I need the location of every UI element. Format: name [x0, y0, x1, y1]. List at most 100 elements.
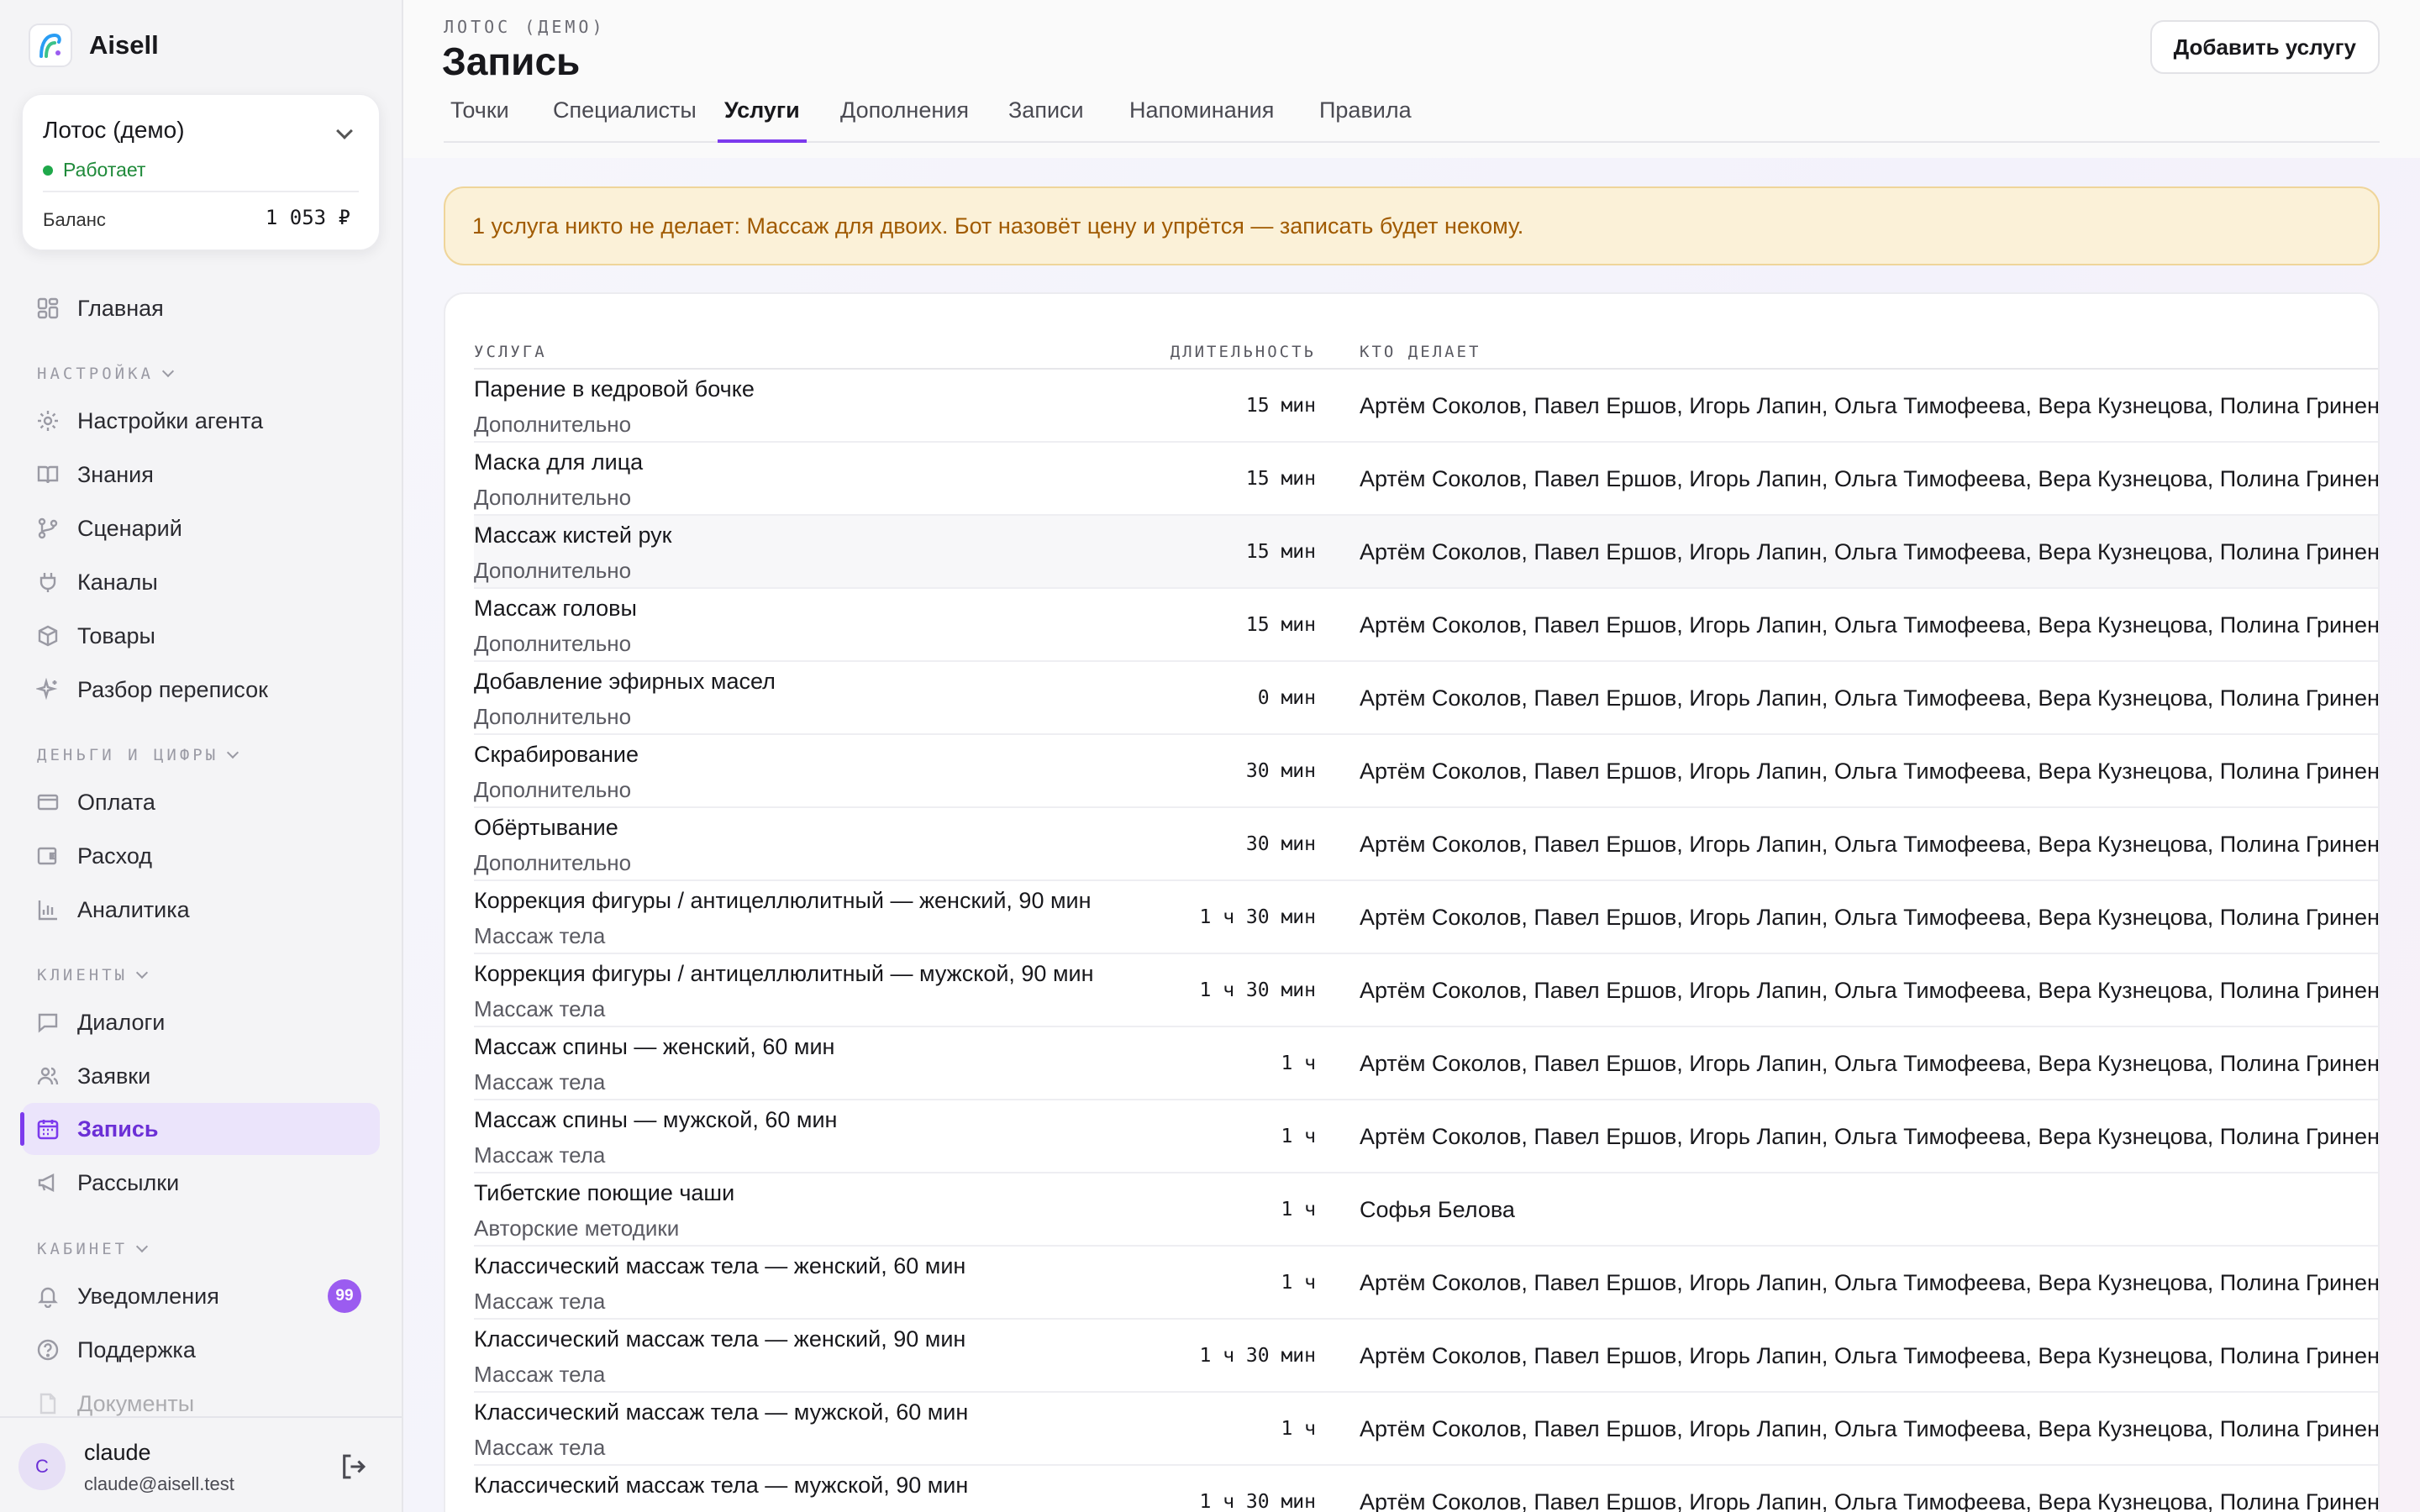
section-settings[interactable]: НАСТРОЙКА [37, 365, 175, 383]
sidebar-item-knowledge[interactable]: Знания [22, 449, 380, 501]
balance-value: 1 053 ₽ [265, 206, 350, 229]
sidebar-item-label: Разбор переписок [77, 676, 268, 702]
column-header-duration[interactable]: ДЛИТЕЛЬНОСТЬ [1171, 343, 1316, 361]
tab-bookings[interactable]: Записи [1002, 91, 1091, 143]
service-category: Дополнительно [474, 777, 632, 802]
service-name: Массаж кистей рук [474, 522, 672, 548]
service-name: Парение в кедровой бочке [474, 376, 755, 402]
sidebar-item-label: Главная [77, 295, 164, 321]
gear-icon [35, 408, 60, 433]
table-row[interactable]: Классический массаж тела — мужской, 60 м… [474, 1393, 2378, 1466]
table-row[interactable]: Коррекция фигуры / антицеллюлитный — муж… [474, 954, 2378, 1027]
section-clients[interactable]: КЛИЕНТЫ [37, 966, 149, 984]
table-row[interactable]: Классический массаж тела — женский, 90 м… [474, 1320, 2378, 1393]
sidebar-item-notifications[interactable]: Уведомления 99 [22, 1270, 380, 1322]
tab-specialists[interactable]: Специалисты [546, 91, 703, 143]
column-header-service[interactable]: УСЛУГА [474, 343, 547, 361]
sidebar-item-expense[interactable]: Расход [22, 830, 380, 882]
add-service-button[interactable]: Добавить услугу [2149, 20, 2380, 74]
service-specialists: Софья Белова [1360, 1197, 1515, 1222]
wallet-icon [35, 843, 60, 869]
sidebar-item-chat-review[interactable]: Разбор переписок [22, 664, 380, 716]
chevron-down-icon [136, 1240, 149, 1253]
table-row[interactable]: Массаж спины — женский, 60 мин Массаж тел… [474, 1027, 2378, 1100]
brand[interactable]: Aisell [29, 24, 159, 67]
table-row[interactable]: Обёртывание Дополнительно 30 мин Артём Соко… [474, 808, 2378, 881]
service-name: Классический массаж тела — мужской, 60 м… [474, 1399, 969, 1425]
sidebar-item-support[interactable]: Поддержка [22, 1324, 380, 1376]
tab-reminders[interactable]: Напоминания [1123, 91, 1281, 143]
sidebar-item-label: Оплата [77, 789, 155, 815]
tab-points[interactable]: Точки [444, 91, 516, 143]
sidebar-item-dialogs[interactable]: Диалоги [22, 996, 380, 1048]
service-specialists: Артём Соколов, Павел Ершов, Игорь Лапин,… [1360, 1051, 2380, 1076]
table-row[interactable]: Коррекция фигуры / антицеллюлитный — жен… [474, 881, 2378, 954]
table-row[interactable]: Маска для лица Дополнительно 15 мин Артём С… [474, 443, 2378, 516]
sidebar-item-requests[interactable]: Заявки [22, 1050, 380, 1102]
page-header: ЛОТОС (ДЕМО) Запись Добавить услугу Точк… [403, 0, 2420, 158]
chevron-down-icon [161, 365, 175, 378]
page-title: Запись [442, 39, 581, 83]
table-row[interactable]: Классический массаж тела — женский, 60 м… [474, 1247, 2378, 1320]
sidebar-item-label: Знания [77, 461, 154, 487]
org-name: Лотос (демо) [43, 117, 185, 143]
service-category: Массаж тела [474, 1362, 606, 1387]
alert-text: 1 услуга никто не делает: Массаж для дво… [472, 213, 1524, 239]
table-row[interactable]: Массаж кистей рук Дополнительно 15 мин Артё… [474, 516, 2378, 589]
logout-icon[interactable] [338, 1452, 368, 1482]
service-specialists: Артём Соколов, Павел Ершов, Игорь Лапин,… [1360, 978, 2380, 1003]
sidebar-item-analytics[interactable]: Аналитика [22, 884, 380, 936]
sidebar-item-label: Сценарий [77, 515, 182, 541]
service-name: Массаж спины — мужской, 60 мин [474, 1107, 838, 1132]
tab-additions[interactable]: Дополнения [834, 91, 976, 143]
service-specialists: Артём Соколов, Павел Ершов, Игорь Лапин,… [1360, 393, 2380, 418]
section-money[interactable]: ДЕНЬГИ И ЦИФРЫ [37, 746, 239, 764]
section-cabinet[interactable]: КАБИНЕТ [37, 1240, 149, 1258]
org-switcher[interactable]: Лотос (демо) Работает Баланс 1 053 ₽ [22, 94, 380, 250]
service-specialists: Артём Соколов, Павел Ершов, Игорь Лапин,… [1360, 905, 2380, 930]
service-name: Массаж головы [474, 596, 637, 621]
tab-rules[interactable]: Правила [1313, 91, 1418, 143]
chevron-down-icon [136, 966, 149, 979]
sidebar-item-home[interactable]: Главная [22, 282, 380, 334]
service-duration: 30 мин [1245, 760, 1316, 782]
users-icon [35, 1063, 60, 1089]
table-header: УСЛУГА ДЛИТЕЛЬНОСТЬ КТО ДЕЛАЕТ [474, 343, 2378, 370]
calendar-icon [35, 1116, 60, 1142]
document-icon [35, 1391, 60, 1416]
table-row[interactable]: Добавление эфирных масел Дополнительно 0 м… [474, 662, 2378, 735]
table-row[interactable]: Тибетские поющие чаши Авторские методики 1… [474, 1173, 2378, 1247]
service-name: Коррекция фигуры / антицеллюлитный — муж… [474, 961, 1094, 986]
tab-bar: Точки Специалисты Услуги Дополнения Запи… [444, 91, 2380, 143]
service-specialists: Артём Соколов, Павел Ершов, Игорь Лапин,… [1360, 685, 2380, 711]
sidebar-item-mailings[interactable]: Рассылки [22, 1157, 380, 1209]
table-row[interactable]: Парение в кедровой бочке Дополнительно 15 … [474, 370, 2378, 443]
service-name: Массаж спины — женский, 60 мин [474, 1034, 835, 1059]
service-duration: 15 мин [1245, 468, 1316, 490]
column-header-who[interactable]: КТО ДЕЛАЕТ [1360, 343, 1481, 361]
service-duration: 1 ч [1281, 1199, 1316, 1221]
sidebar-item-agent-settings[interactable]: Настройки агента [22, 395, 380, 447]
sidebar-item-channels[interactable]: Каналы [22, 556, 380, 608]
avatar[interactable]: C [18, 1443, 66, 1490]
aisell-logo-icon [29, 24, 72, 67]
section-label: НАСТРОЙКА [37, 365, 154, 383]
service-category: Массаж тела [474, 1069, 606, 1095]
sidebar-item-label: Рассылки [77, 1169, 180, 1195]
table-row[interactable]: Классический массаж тела — мужской, 90 м… [474, 1466, 2378, 1512]
table-row[interactable]: Массаж головы Дополнительно 15 мин Артём Со… [474, 589, 2378, 662]
branch-icon [35, 516, 60, 541]
org-status: Работает [43, 159, 145, 181]
chevron-down-icon [336, 123, 353, 139]
service-duration: 30 мин [1245, 833, 1316, 855]
table-row[interactable]: Скрабирование Дополнительно 30 мин Артём Со… [474, 735, 2378, 808]
sidebar-item-label: Настройки агента [77, 407, 264, 433]
table-row[interactable]: Массаж спины — мужской, 60 мин Массаж тел… [474, 1100, 2378, 1173]
sidebar-item-products[interactable]: Товары [22, 610, 380, 662]
tab-services[interactable]: Услуги [718, 91, 807, 143]
sparkle-icon [35, 677, 60, 702]
sidebar-item-scenario[interactable]: Сценарий [22, 502, 380, 554]
sidebar-item-payment[interactable]: Оплата [22, 776, 380, 828]
sidebar-item-booking[interactable]: Запись [22, 1103, 380, 1155]
service-name: Коррекция фигуры / антицеллюлитный — жен… [474, 888, 1092, 913]
